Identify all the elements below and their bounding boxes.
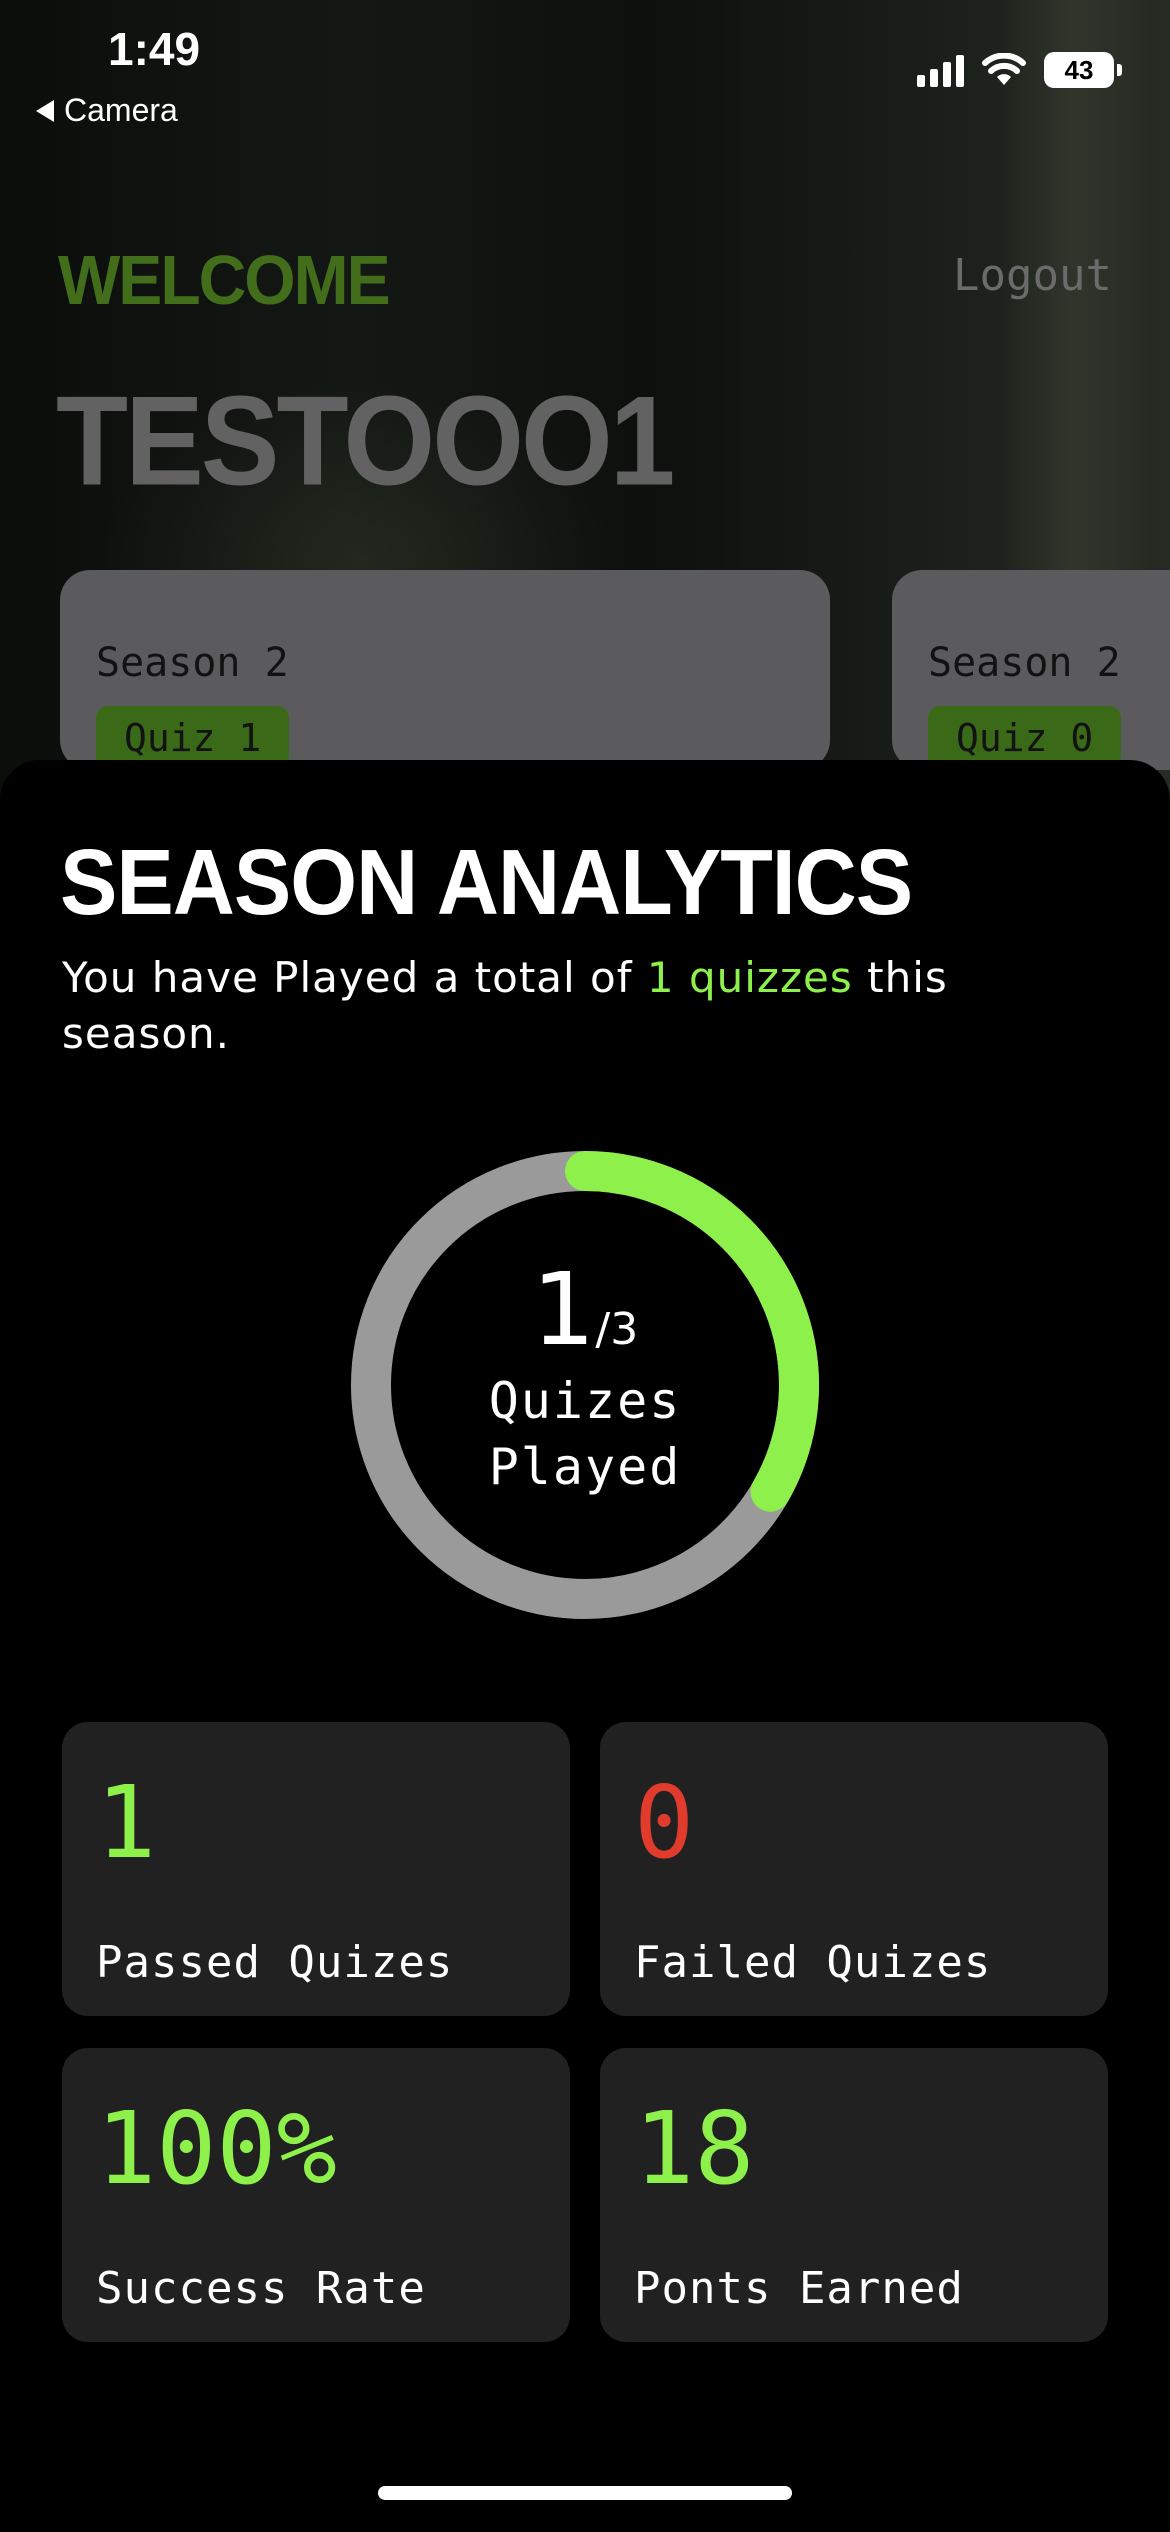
ring-label-line2: Played (488, 1437, 682, 1496)
stat-value: 100% (96, 2090, 337, 2207)
analytics-title: SEASON ANALYTICS (60, 831, 913, 935)
stat-value: 1 (96, 1764, 157, 1881)
status-icons: 43 (917, 52, 1122, 88)
season-quiz-card[interactable]: Season 2 Quiz 0 (892, 570, 1170, 770)
subtitle-prefix: You have Played a total of (62, 953, 647, 1002)
stat-value: 18 (634, 2090, 755, 2207)
logout-button[interactable]: Logout (953, 250, 1112, 301)
ring-count: 1/3 (532, 1251, 638, 1368)
signal-icon (917, 53, 964, 87)
back-to-app-link[interactable]: Camera (36, 92, 178, 129)
username-heading: TESTOOO1 (56, 370, 675, 513)
card-season-label: Season 2 (96, 640, 289, 686)
season-quiz-card[interactable]: Season 2 Quiz 1 (60, 570, 830, 770)
analytics-subtitle: You have Played a total of 1 quizzes thi… (62, 950, 1122, 1062)
stat-tile-success-rate: 100% Success Rate (62, 2048, 570, 2342)
stat-value: 0 (634, 1764, 695, 1881)
battery-icon: 43 (1044, 52, 1122, 88)
stat-tile-passed: 1 Passed Quizes (62, 1722, 570, 2016)
stat-label: Passed Quizes (96, 1937, 454, 1988)
stat-label: Failed Quizes (634, 1937, 992, 1988)
back-app-label: Camera (64, 92, 178, 128)
stat-label: Success Rate (96, 2263, 426, 2314)
stat-tile-failed: 0 Failed Quizes (600, 1722, 1108, 2016)
battery-level: 43 (1064, 54, 1094, 85)
ring-label-line1: Quizes (488, 1371, 682, 1430)
ring-total-count: /3 (595, 1303, 639, 1355)
subtitle-highlight: 1 quizzes (646, 953, 853, 1002)
quizzes-played-ring: 1/3 Quizes Played (350, 1150, 820, 1620)
status-time: 1:49 (108, 23, 201, 75)
stat-label: Ponts Earned (634, 2263, 964, 2314)
card-season-label: Season 2 (928, 640, 1121, 686)
welcome-heading: WELCOME (58, 241, 391, 319)
back-arrow-icon (36, 99, 54, 122)
home-indicator[interactable] (378, 2486, 792, 2500)
ring-played-count: 1 (531, 1250, 596, 1368)
stat-tile-points: 18 Ponts Earned (600, 2048, 1108, 2342)
ring-label: Quizes Played (489, 1368, 682, 1500)
wifi-icon (982, 53, 1026, 85)
ring-center: 1/3 Quizes Played (350, 1150, 820, 1620)
